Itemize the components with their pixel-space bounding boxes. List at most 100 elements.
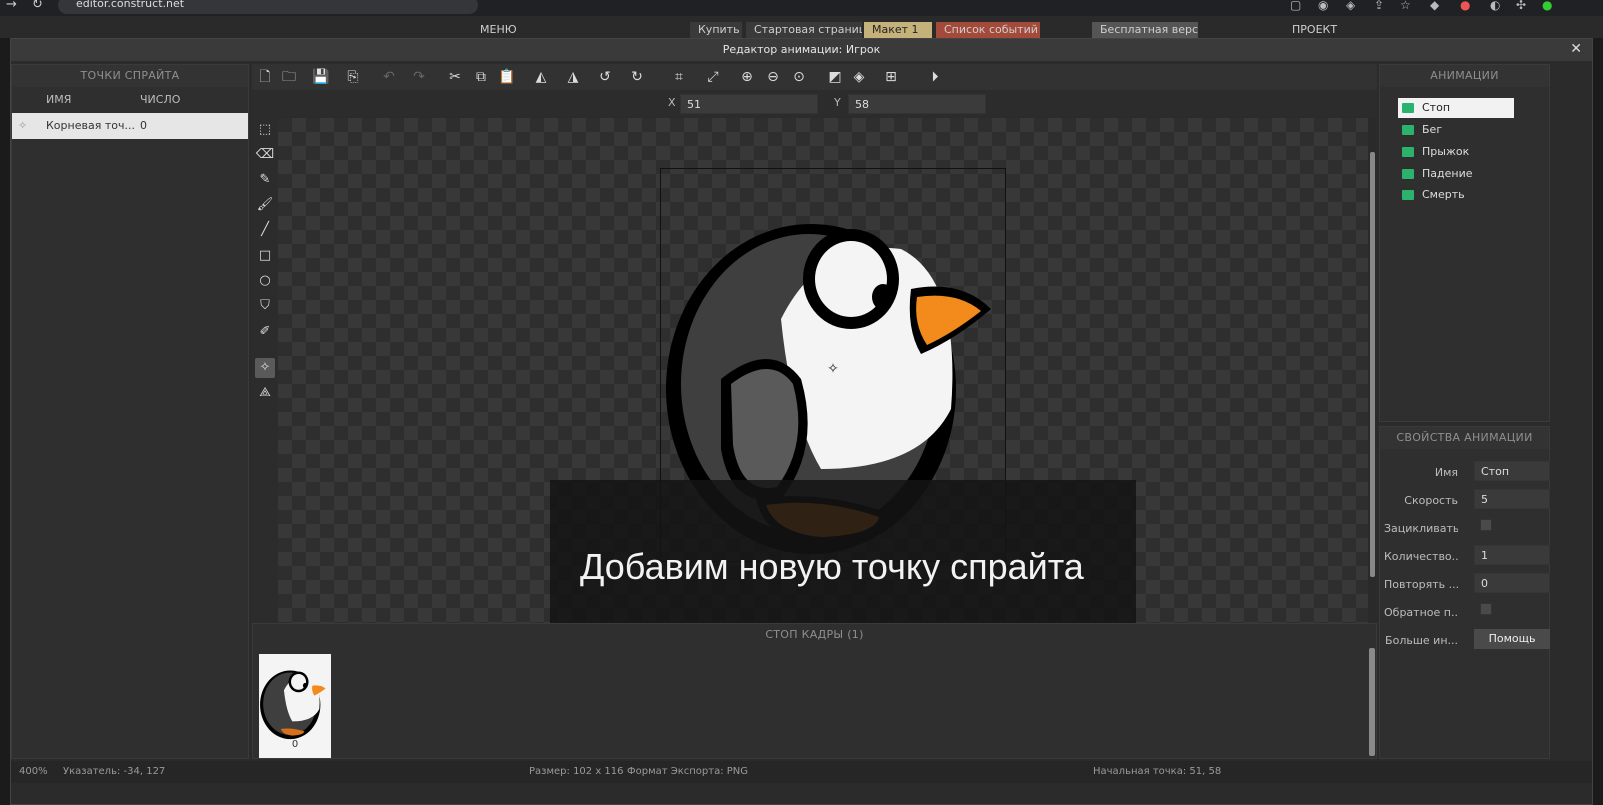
preview-icon[interactable]: ⏵ <box>926 68 944 86</box>
extension-icon[interactable]: ◐ <box>1490 0 1500 12</box>
panel-header: АНИМАЦИИ <box>1380 65 1549 87</box>
paste-icon[interactable]: 📋 <box>498 68 516 86</box>
tab-layout[interactable]: Макет 1 <box>864 22 932 38</box>
help-button[interactable]: Помощь <box>1474 629 1550 649</box>
reload-icon[interactable]: ↻ <box>32 0 43 12</box>
ping-pong-checkbox[interactable] <box>1480 603 1492 615</box>
x-label: X <box>668 96 676 109</box>
collision-polygon-icon[interactable]: ⟁ <box>255 383 275 403</box>
dialog-title: Редактор анимации: Игрок <box>11 39 1592 61</box>
animation-icon <box>1402 169 1414 179</box>
resize-icon[interactable]: ⤢ <box>704 68 722 86</box>
animation-label: Бег <box>1422 123 1443 136</box>
x-input[interactable]: 51 <box>680 94 818 114</box>
name-input[interactable]: Стоп <box>1474 461 1550 481</box>
frames-panel: СТОП КАДРЫ (1) 0 <box>252 623 1377 759</box>
tab-event-sheet[interactable]: Список событий 1 <box>936 22 1040 38</box>
image-canvas[interactable]: ✧ Добавим новую точку спрайта ✛ <box>278 118 1368 659</box>
grid-icon[interactable]: ⊞ <box>882 68 900 86</box>
tab-buy[interactable]: Купить <box>690 22 742 38</box>
table-row[interactable]: ✧ Корневая точ... 0 <box>12 113 248 139</box>
extension-icon[interactable]: ▢ <box>1290 0 1301 12</box>
puzzle-icon[interactable]: ✣ <box>1516 0 1526 12</box>
loop-checkbox[interactable] <box>1480 519 1492 531</box>
new-file-icon[interactable]: 🗋 <box>256 68 274 86</box>
flip-vertical-icon[interactable]: ◮ <box>564 68 582 86</box>
drawing-tools: ⬚ ⌫ ✎ 🖌 ╱ □ ○ ⛉ ✐ ✧ ⟁ <box>252 118 278 659</box>
background-icon[interactable]: ◩ <box>826 68 844 86</box>
column-name[interactable]: ИМЯ <box>46 89 71 111</box>
zoom-out-icon[interactable]: ⊖ <box>764 68 782 86</box>
animation-item[interactable]: Прыжок <box>1398 142 1514 162</box>
rectangle-icon[interactable]: □ <box>255 246 275 266</box>
repeat-count-input[interactable]: 1 <box>1474 545 1550 565</box>
export-icon[interactable]: ⎘ <box>344 68 362 86</box>
extension-icon[interactable]: ◉ <box>1318 0 1328 12</box>
undo-icon[interactable]: ↶ <box>380 68 398 86</box>
frame-thumbnail[interactable]: 0 <box>259 654 331 758</box>
point-number: 0 <box>140 119 147 132</box>
animation-label: Прыжок <box>1422 145 1470 158</box>
share-icon[interactable]: ⇪ <box>1374 0 1384 12</box>
animation-item[interactable]: Бег <box>1398 120 1514 140</box>
caption-text: Добавим новую точку спрайта <box>580 546 1084 587</box>
line-icon[interactable]: ╱ <box>255 220 275 240</box>
tab-project[interactable]: ПРОЕКТ <box>1284 22 1364 38</box>
animation-item[interactable]: Падение <box>1398 164 1514 184</box>
redo-icon[interactable]: ↷ <box>410 68 428 86</box>
brush-icon[interactable]: 🖌 <box>255 195 275 215</box>
extension-icon[interactable]: ● <box>1460 0 1470 12</box>
address-bar[interactable]: editor.construct.net <box>58 0 478 14</box>
animations-panel: АНИМАЦИИ Стоп Бег Прыжок Падение Смерть <box>1379 64 1550 422</box>
animation-item[interactable]: Смерть <box>1398 185 1514 205</box>
copy-icon[interactable]: ⧉ <box>472 68 490 86</box>
star-icon[interactable]: ☆ <box>1400 0 1411 12</box>
ping-pong-label: Обратное п... <box>1384 606 1458 619</box>
rotate-left-icon[interactable]: ↺ <box>596 68 614 86</box>
animation-editor-dialog: Редактор анимации: Игрок ✕ ТОЧКИ СПРАЙТА… <box>10 38 1593 805</box>
ellipse-icon[interactable]: ○ <box>255 271 275 291</box>
image-point-icon[interactable]: ✧ <box>255 358 275 378</box>
tab-free-version[interactable]: Бесплатная версия <box>1092 22 1198 38</box>
zoom-level: 400% <box>19 766 48 777</box>
speed-input[interactable]: 5 <box>1474 489 1550 509</box>
color-picker-icon[interactable]: ✐ <box>255 322 275 342</box>
repeat-to-input[interactable]: 0 <box>1474 573 1550 593</box>
column-headers: ИМЯ ЧИСЛО <box>12 89 248 111</box>
save-icon[interactable]: 💾 <box>312 68 330 86</box>
flip-horizontal-icon[interactable]: ◭ <box>532 68 550 86</box>
name-label: Имя <box>1434 466 1458 479</box>
eraser-icon[interactable]: ⌫ <box>255 145 275 165</box>
forward-icon[interactable]: → <box>6 0 17 12</box>
crop-icon[interactable]: ⌗ <box>670 68 688 86</box>
close-icon[interactable]: ✕ <box>1570 41 1582 57</box>
pencil-icon[interactable]: ✎ <box>255 170 275 190</box>
cut-icon[interactable]: ✂ <box>446 68 464 86</box>
zoom-reset-icon[interactable]: ⊙ <box>790 68 808 86</box>
frames-scrollbar[interactable] <box>1369 648 1375 756</box>
open-folder-icon[interactable]: 🗀 <box>280 68 298 86</box>
extension-icon[interactable]: ◆ <box>1430 0 1439 12</box>
animation-label: Стоп <box>1422 101 1451 114</box>
y-input[interactable]: 58 <box>848 94 986 114</box>
panel-header: СТОП КАДРЫ (1) <box>253 624 1376 646</box>
image-toolbar: 🗋 🗀 💾 ⎘ ↶ ↷ ✂ ⧉ 📋 ◭ ◮ ↺ ↻ ⌗ ⤢ ⊕ ⊖ ⊙ ◩ ◈ … <box>252 64 1377 90</box>
rect-select-icon[interactable]: ⬚ <box>255 120 275 140</box>
zoom-in-icon[interactable]: ⊕ <box>738 68 756 86</box>
editor-tabstrip: МЕНЮ Купить Стартовая страница Макет 1 С… <box>0 16 1603 38</box>
tab-menu[interactable]: МЕНЮ <box>472 22 542 38</box>
tab-start-page[interactable]: Стартовая страница <box>746 22 862 38</box>
status-bar: 400% Указатель: -34, 127 Размер: 102 x 1… <box>11 761 1592 783</box>
layers-icon[interactable]: ◈ <box>850 68 868 86</box>
scrollbar-thumb[interactable] <box>1370 152 1375 577</box>
animation-properties-panel: СВОЙСТВА АНИМАЦИИ Имя Стоп Скорость 5 За… <box>1379 426 1550 759</box>
column-number[interactable]: ЧИСЛО <box>140 89 180 111</box>
profile-icon[interactable]: ● <box>1542 0 1552 12</box>
canvas-scrollbar[interactable] <box>1368 118 1377 659</box>
extension-icon[interactable]: ◈ <box>1346 0 1355 12</box>
sprite-points-panel: ТОЧКИ СПРАЙТА ИМЯ ЧИСЛО ✧ Корневая точ..… <box>11 64 249 759</box>
animation-icon <box>1402 103 1414 113</box>
rotate-right-icon[interactable]: ↻ <box>628 68 646 86</box>
fill-bucket-icon[interactable]: ⛉ <box>255 296 275 316</box>
animation-item[interactable]: Стоп <box>1398 98 1514 118</box>
